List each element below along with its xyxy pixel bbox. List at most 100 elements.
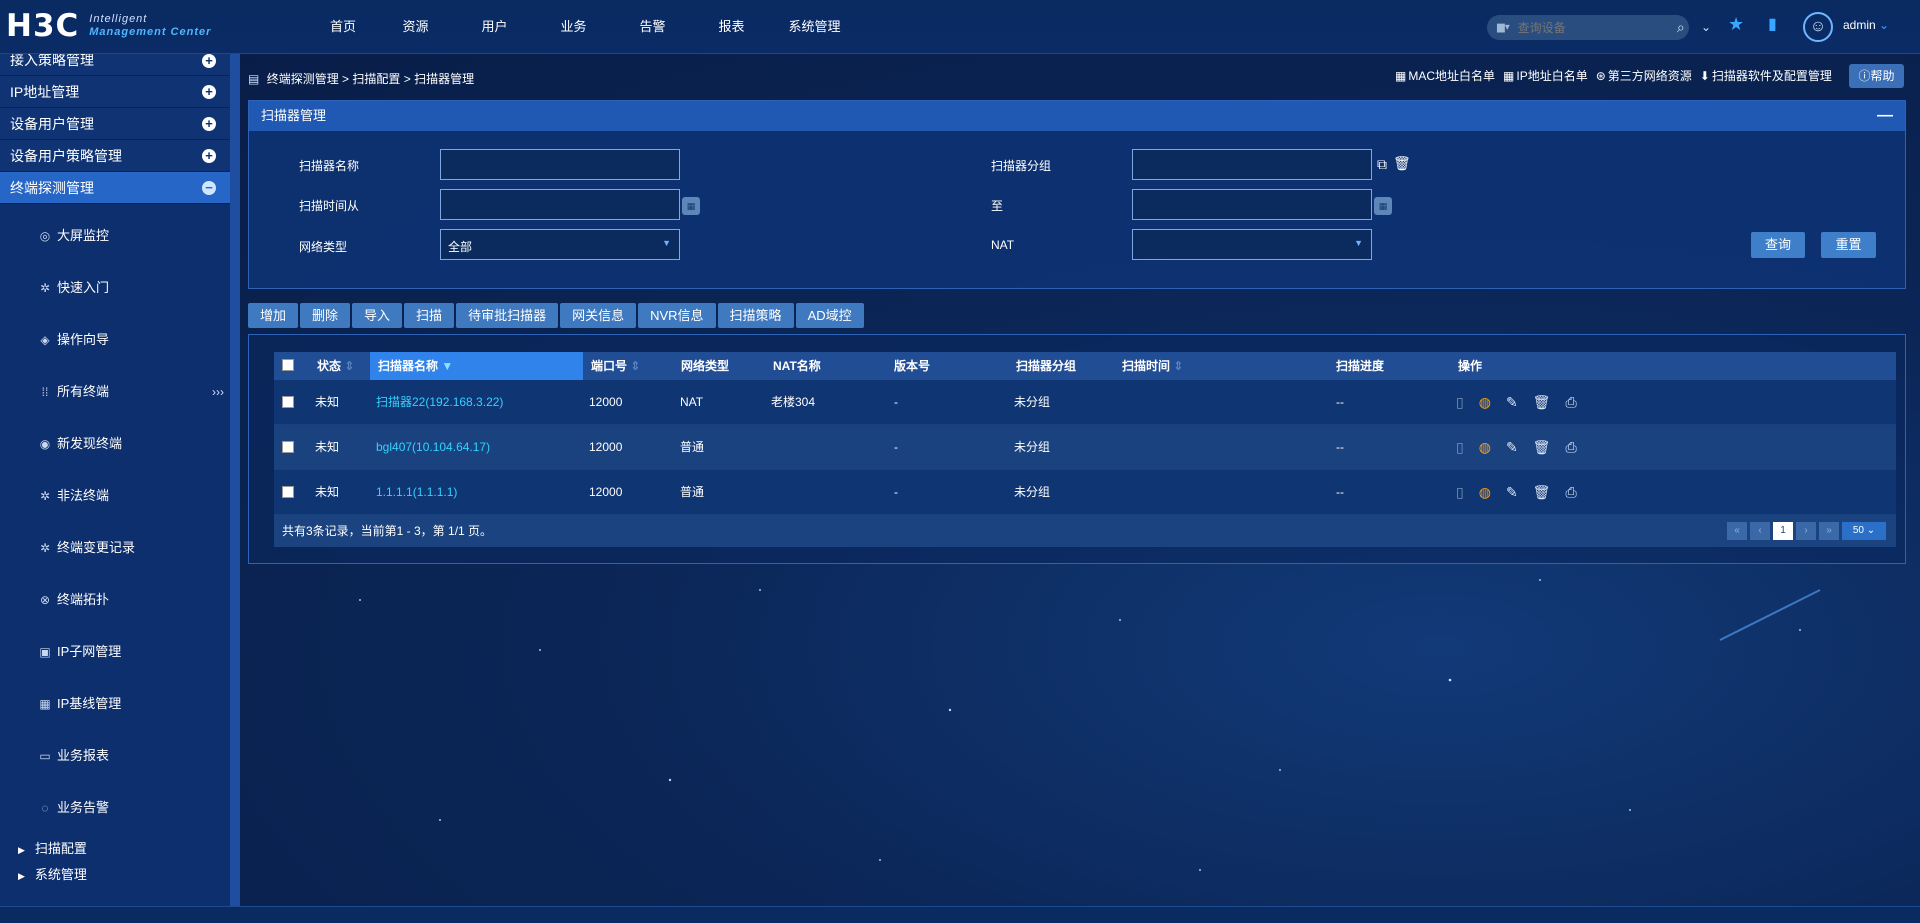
sidebar-item-new-terminals[interactable]: ◉ 新发现终端 xyxy=(0,418,230,470)
row-checkbox[interactable] xyxy=(282,486,294,498)
export-icon[interactable]: ⎙ xyxy=(1565,439,1576,456)
next-page-icon[interactable]: › xyxy=(1796,522,1816,540)
page-number[interactable]: 1 xyxy=(1773,522,1793,540)
reset-button[interactable]: 重置 xyxy=(1821,232,1876,258)
sidebar-item-illegal-terminals[interactable]: ✲ 非法终端 xyxy=(0,470,230,522)
scan-time-to-field[interactable] xyxy=(1132,189,1372,220)
calendar-icon[interactable]: ▦ xyxy=(682,197,700,215)
query-button[interactable]: 查询 xyxy=(1751,232,1805,258)
sidebar-group-ip-address[interactable]: IP地址管理 + xyxy=(0,76,230,108)
scanner-name-field[interactable] xyxy=(440,149,680,180)
user-avatar[interactable]: ☺ xyxy=(1803,12,1833,42)
scanner-group-field[interactable] xyxy=(1132,149,1372,180)
ad-domain-button[interactable]: AD域控 xyxy=(795,303,864,328)
last-page-icon[interactable]: » xyxy=(1819,522,1839,540)
clipboard-icon[interactable]: ▯ xyxy=(1456,439,1464,456)
plus-icon[interactable]: + xyxy=(202,117,216,131)
scan-time-from-field[interactable] xyxy=(440,189,680,220)
prev-page-icon[interactable]: ‹ xyxy=(1750,522,1770,540)
trash-icon[interactable]: 🗑 xyxy=(1533,439,1551,456)
nav-business[interactable]: 业务 xyxy=(534,0,613,54)
edit-icon[interactable]: ✎ xyxy=(1506,439,1518,456)
scan-warning-icon[interactable]: ◍ xyxy=(1479,484,1491,501)
sidebar-item-business-alarm[interactable]: ◌ 业务告警 xyxy=(0,782,230,834)
plus-icon[interactable]: + xyxy=(202,149,216,163)
scan-time-to-input[interactable] xyxy=(1133,190,1371,219)
col-port[interactable]: 端口号 ⇕ xyxy=(591,352,640,380)
nav-resources[interactable]: 资源 xyxy=(376,0,455,54)
search-icon[interactable]: ⌕ xyxy=(1673,19,1689,36)
sidebar-group-terminal-detection[interactable]: 终端探测管理 − xyxy=(0,172,230,204)
link-third-party-resources[interactable]: ⊛ 第三方网络资源 xyxy=(1596,67,1692,84)
sidebar-subgroup-system[interactable]: ▶ 系统管理 xyxy=(0,864,230,886)
trash-icon[interactable]: 🗑 xyxy=(1533,484,1551,501)
clipboard-icon[interactable]: ▯ xyxy=(1456,484,1464,501)
minus-icon[interactable]: − xyxy=(202,181,216,195)
plus-icon[interactable]: + xyxy=(202,85,216,99)
calendar-icon[interactable]: ▦ xyxy=(1374,197,1392,215)
breadcrumb-item[interactable]: 终端探测管理 xyxy=(267,72,339,86)
sidebar-item-all-terminals[interactable]: ⁞⁞ 所有终端 ››› xyxy=(0,366,230,418)
dropdown-caret-icon[interactable]: ▼ xyxy=(1354,238,1363,248)
export-icon[interactable]: ⎙ xyxy=(1565,484,1576,501)
add-button[interactable]: 增加 xyxy=(248,303,299,328)
sidebar-item-ip-subnet[interactable]: ▣ IP子网管理 xyxy=(0,626,230,678)
trash-icon[interactable]: 🗑 xyxy=(1393,155,1411,172)
plus-icon[interactable]: + xyxy=(202,54,216,68)
nav-users[interactable]: 用户 xyxy=(455,0,534,54)
first-page-icon[interactable]: « xyxy=(1727,522,1747,540)
sidebar-item-wizard[interactable]: ◈ 操作向导 xyxy=(0,314,230,366)
scan-button[interactable]: 扫描 xyxy=(404,303,455,328)
nav-alarms[interactable]: 告警 xyxy=(613,0,692,54)
nav-home[interactable]: 首页 xyxy=(310,0,376,54)
edit-icon[interactable]: ✎ xyxy=(1506,394,1518,411)
sidebar-item-terminal-changes[interactable]: ✲ 终端变更记录 xyxy=(0,522,230,574)
delete-button[interactable]: 删除 xyxy=(300,303,351,328)
scan-warning-icon[interactable]: ◍ xyxy=(1479,394,1491,411)
collapse-icon[interactable]: — xyxy=(1877,101,1893,131)
sidebar-subgroup-scan-config[interactable]: ▶ 扫描配置 xyxy=(0,834,230,864)
expand-arrows-icon[interactable]: ››› xyxy=(212,366,224,418)
sidebar-scrollbar[interactable] xyxy=(230,54,240,906)
sidebar-group-access-policy[interactable]: 接入策略管理 + xyxy=(0,54,230,76)
link-mac-whitelist[interactable]: ▦ MAC地址白名单 xyxy=(1395,67,1495,84)
row-checkbox[interactable] xyxy=(282,441,294,453)
col-status[interactable]: 状态 ⇕ xyxy=(317,352,354,380)
table-row[interactable]: 未知 bgl407(10.104.64.17) 12000 普通 - 未分组 -… xyxy=(274,425,1896,470)
scan-policy-button[interactable]: 扫描策略 xyxy=(717,303,794,328)
copy-icon[interactable]: ⧉ xyxy=(1377,156,1387,173)
network-type-select[interactable]: 全部 ▼ xyxy=(440,229,680,260)
h3c-logo[interactable]: H3C Intelligent Management Center xyxy=(6,8,211,44)
sidebar-item-terminal-topology[interactable]: ⊗ 终端拓扑 xyxy=(0,574,230,626)
sidebar-item-big-screen[interactable]: ◎ 大屏监控 xyxy=(0,210,230,262)
breadcrumb-item[interactable]: 扫描配置 xyxy=(352,72,400,86)
col-scanner-name[interactable]: 扫描器名称 ▼ xyxy=(370,352,583,380)
scanner-name-input[interactable] xyxy=(441,150,679,179)
table-row[interactable]: 未知 1.1.1.1(1.1.1.1) 12000 普通 - 未分组 -- ▯ … xyxy=(274,470,1896,515)
link-scanner-software[interactable]: ⬇ 扫描器软件及配置管理 xyxy=(1700,67,1832,84)
trash-icon[interactable]: 🗑 xyxy=(1533,394,1551,411)
row-checkbox[interactable] xyxy=(282,396,294,408)
sidebar-group-device-user[interactable]: 设备用户管理 + xyxy=(0,108,230,140)
import-button[interactable]: 导入 xyxy=(352,303,403,328)
sidebar-item-business-report[interactable]: ▭ 业务报表 xyxy=(0,730,230,782)
scan-warning-icon[interactable]: ◍ xyxy=(1479,439,1491,456)
chevron-double-down-icon[interactable]: ⌄ xyxy=(1701,20,1711,34)
sidebar-item-ip-baseline[interactable]: ▦ IP基线管理 xyxy=(0,678,230,730)
nvr-info-button[interactable]: NVR信息 xyxy=(638,303,716,328)
search-type-dropdown-icon[interactable]: ▆▾ xyxy=(1487,22,1518,33)
search-input[interactable] xyxy=(1517,20,1673,35)
nav-reports[interactable]: 报表 xyxy=(692,0,771,54)
dropdown-caret-icon[interactable]: ▼ xyxy=(662,238,671,248)
pending-scanners-button[interactable]: 待审批扫描器 xyxy=(456,303,559,328)
export-icon[interactable]: ⎙ xyxy=(1565,394,1576,411)
link-ip-whitelist[interactable]: ▦ IP地址白名单 xyxy=(1503,67,1588,84)
clipboard-icon[interactable]: ▯ xyxy=(1456,394,1464,411)
help-button[interactable]: ⓘ帮助 xyxy=(1849,64,1904,88)
gateway-info-button[interactable]: 网关信息 xyxy=(560,303,637,328)
cell-scanner-name-link[interactable]: bgl407(10.104.64.17) xyxy=(376,425,490,470)
table-row[interactable]: 未知 扫描器22(192.168.3.22) 12000 NAT 老楼304 -… xyxy=(274,380,1896,425)
bookmark-icon[interactable]: ▮ xyxy=(1768,14,1777,34)
page-size-select[interactable]: 50 ⌄ xyxy=(1842,522,1886,540)
scanner-group-input[interactable] xyxy=(1133,150,1371,179)
